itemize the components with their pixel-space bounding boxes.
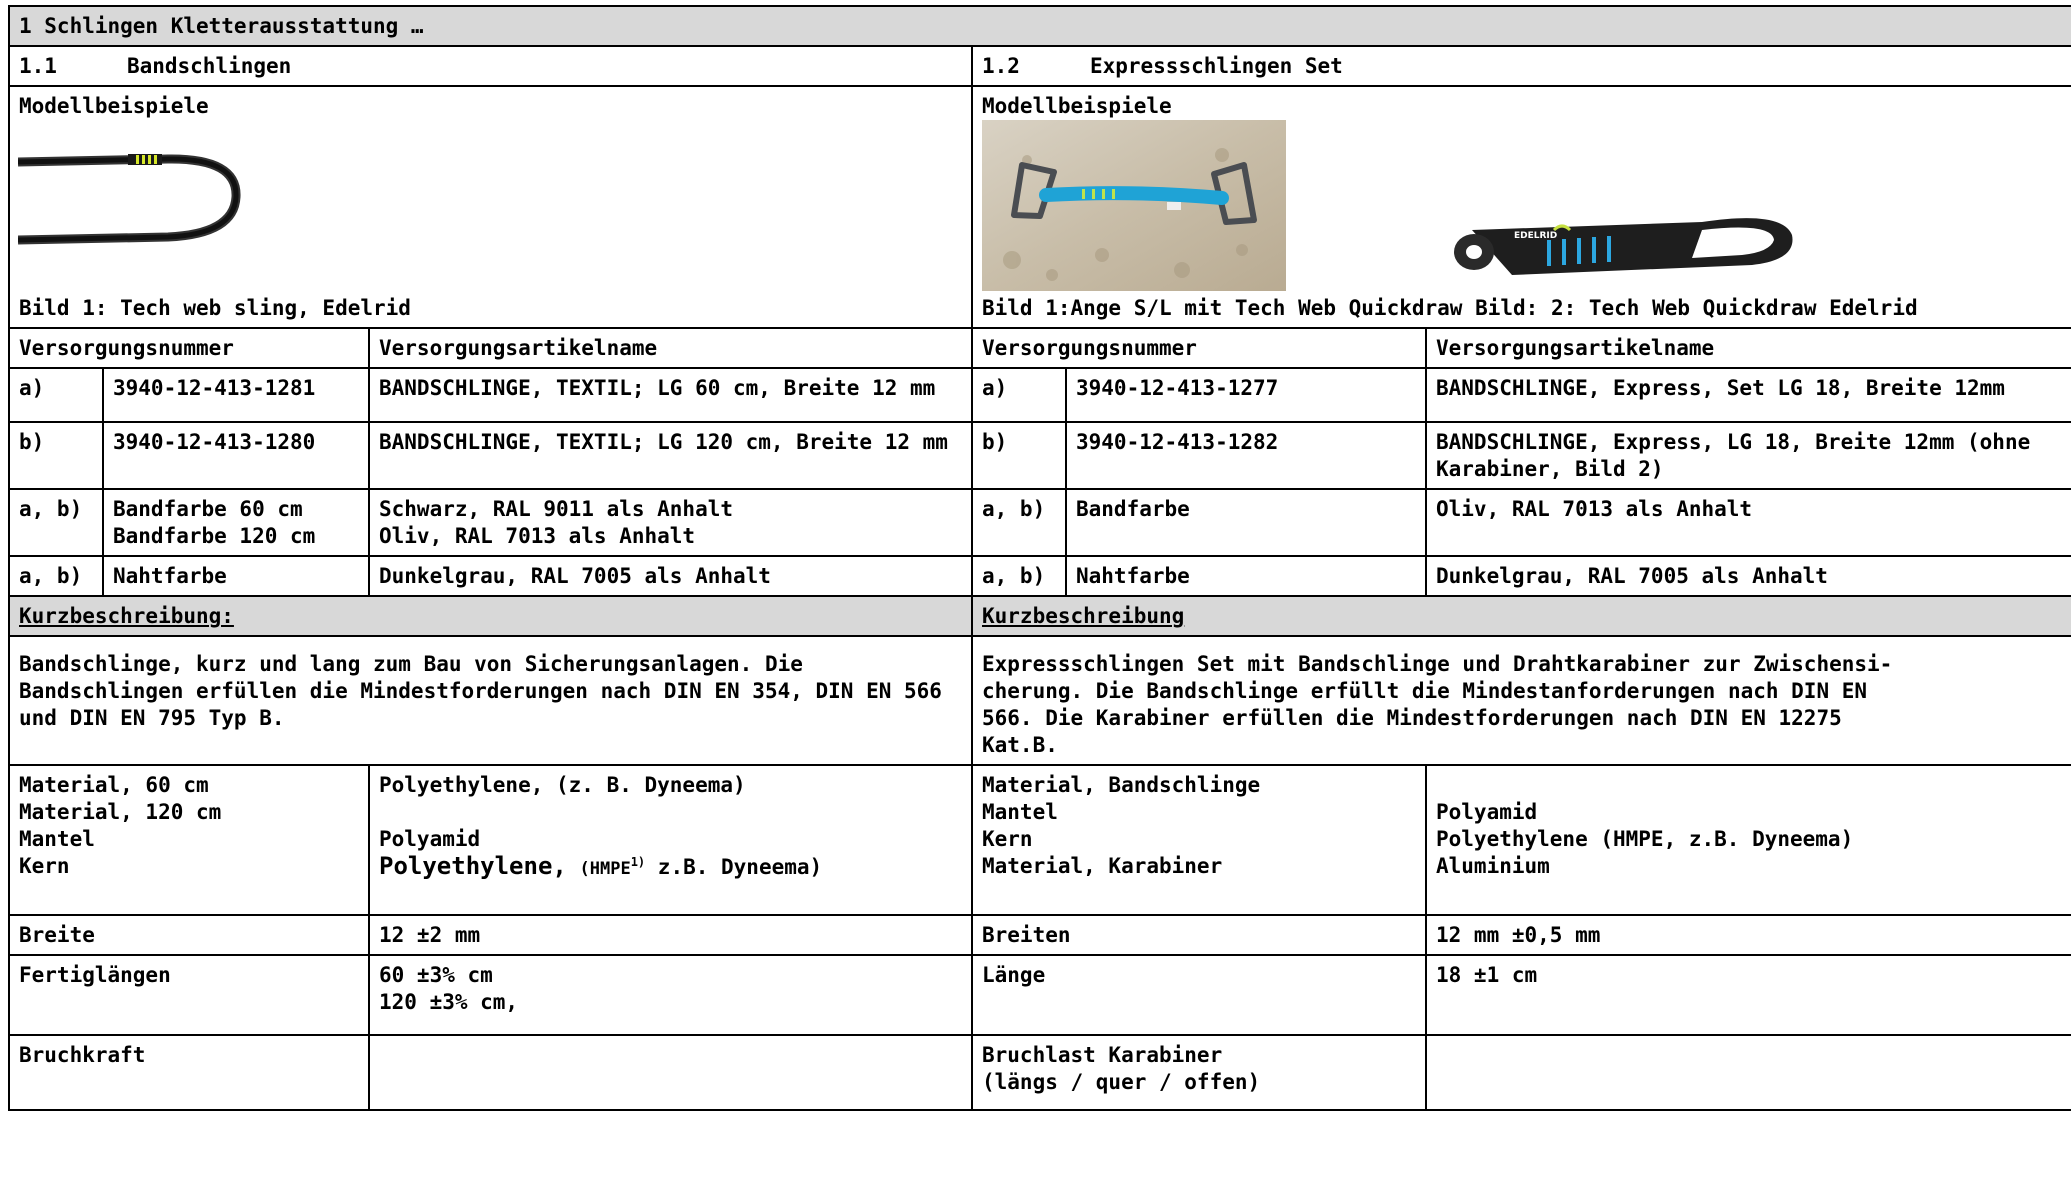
- section-heading-bandschlingen: 1.1 Bandschlingen: [8, 45, 973, 87]
- width-label: Breite: [8, 914, 370, 956]
- section-heading-expressschlingen: 1.2 Expressschlingen Set: [970, 45, 2071, 87]
- header-versorgungsartikelname: Versorgungsartikelname: [368, 327, 973, 369]
- material-values: Polyethylene, (z. B. Dyneema) Polyamid P…: [368, 764, 973, 916]
- image-caption: Bild 1: Tech web sling, Edelrid: [19, 296, 411, 320]
- spec-table: 1 Schlingen Kletterausstattung … 1.1 Band…: [7, 5, 2071, 1111]
- article-name: BANDSCHLINGE, TEXTIL; LG 60 cm, Breite 1…: [368, 367, 973, 423]
- breaking-force-value: [368, 1034, 973, 1111]
- width-label: Breiten: [971, 914, 1427, 956]
- length-label: Fertiglängen: [8, 954, 370, 1036]
- seam-color-value: Dunkelgrau, RAL 7005 als Anhalt: [368, 555, 973, 597]
- breaking-force-label: Bruchkraft: [8, 1034, 370, 1111]
- supply-number: 3940-12-413-1282: [1065, 421, 1427, 490]
- examples-label: Modellbeispiele: [19, 94, 209, 118]
- material-labels: Material, Bandschlinge Mantel Kern Mater…: [971, 764, 1427, 916]
- length-values: 60 ±3% cm 120 ±3% cm,: [368, 954, 973, 1036]
- row-key: a, b): [8, 488, 104, 557]
- examples-label: Modellbeispiele: [982, 94, 1172, 118]
- seam-color-label: Nahtfarbe: [102, 555, 370, 597]
- supply-number: 3940-12-413-1281: [102, 367, 370, 423]
- row-key: a, b): [971, 488, 1067, 557]
- row-key: a): [8, 367, 104, 423]
- band-color-value: Oliv, RAL 7013 als Anhalt: [1424, 488, 2071, 557]
- breaking-load-value: [1424, 1034, 2071, 1111]
- supply-number: 3940-12-413-1280: [102, 421, 370, 490]
- band-color-label: Bandfarbe: [1065, 488, 1427, 557]
- material-values: Polyamid Polyethylene (HMPE, z.B. Dyneem…: [1424, 764, 2071, 916]
- row-key: a, b): [971, 555, 1067, 597]
- image-caption-1: Bild 1:Ange S/L mit Tech Web Quickdraw: [982, 296, 1463, 320]
- row-key: b): [971, 421, 1067, 490]
- short-description-heading: Kurzbeschreibung: [970, 595, 2071, 637]
- edelrid-logo: EDELRID: [1514, 231, 1557, 241]
- row-key: a): [971, 367, 1067, 423]
- breaking-load-label: Bruchlast Karabiner (längs / quer / offe…: [971, 1034, 1427, 1111]
- tech-web-quickdraw-image: EDELRID: [1454, 218, 1793, 275]
- model-examples-right: Modellbeispiele EDELRID Bild 1:Ange S/L …: [970, 85, 2071, 329]
- length-label: Länge: [971, 954, 1427, 1036]
- row-key: a, b): [8, 555, 104, 597]
- width-value: 12 mm ±0,5 mm: [1424, 914, 2071, 956]
- header-versorgungsartikelname: Versorgungsartikelname: [1424, 327, 2071, 369]
- short-description-text: Bandschlinge, kurz und lang zum Bau von …: [8, 635, 973, 766]
- row-key: b): [8, 421, 104, 490]
- band-color-labels: Bandfarbe 60 cm Bandfarbe 120 cm: [102, 488, 370, 557]
- band-color-values: Schwarz, RAL 9011 als Anhalt Oliv, RAL 70…: [368, 488, 973, 557]
- header-versorgungsnummer: Versorgungsnummer: [971, 327, 1427, 369]
- header-versorgungsnummer: Versorgungsnummer: [8, 327, 370, 369]
- quickdraw-set-photo: [982, 120, 1286, 291]
- seam-color-label: Nahtfarbe: [1065, 555, 1427, 597]
- width-value: 12 ±2 mm: [368, 914, 973, 956]
- article-name: BANDSCHLINGE, TEXTIL; LG 120 cm, Breite …: [368, 421, 973, 490]
- short-description-text: Expressschlingen Set mit Bandschlinge un…: [970, 635, 2071, 766]
- supply-number: 3940-12-413-1277: [1065, 367, 1427, 423]
- length-value: 18 ±1 cm: [1424, 954, 2071, 1036]
- article-name: BANDSCHLINGE, Express, Set LG 18, Breite…: [1424, 367, 2071, 423]
- short-description-heading: Kurzbeschreibung:: [8, 595, 973, 637]
- article-name: BANDSCHLINGE, Express, LG 18, Breite 12m…: [1424, 421, 2071, 490]
- seam-color-value: Dunkelgrau, RAL 7005 als Anhalt: [1424, 555, 2071, 597]
- material-labels: Material, 60 cm Material, 120 cm Mantel …: [8, 764, 370, 916]
- document-title: 1 Schlingen Kletterausstattung …: [7, 5, 2071, 47]
- tech-web-sling-image: [18, 154, 241, 245]
- model-examples-left: Modellbeispiele Bild 1: Tech web sling, …: [8, 85, 973, 329]
